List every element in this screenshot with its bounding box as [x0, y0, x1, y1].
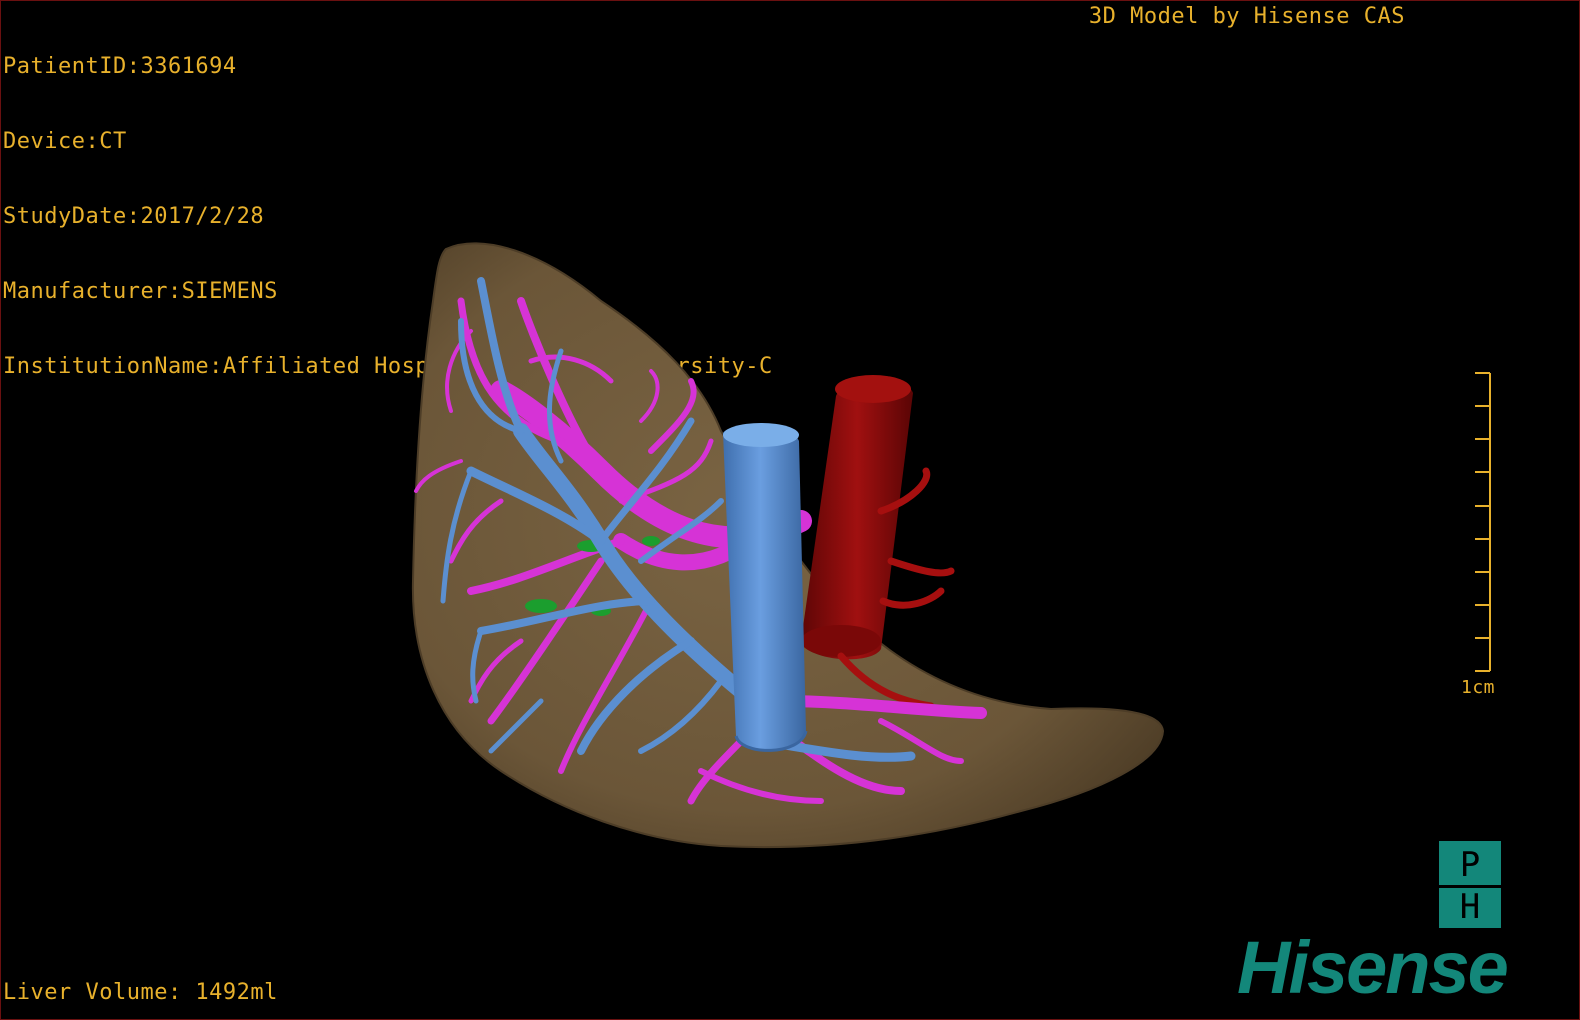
ph-badge-icon: P H [1439, 841, 1501, 928]
hisense-logo: Hisense [1237, 926, 1509, 1009]
scale-bar [1475, 372, 1491, 672]
inferior-vena-cava [723, 423, 808, 752]
3d-viewport[interactable]: PatientID:3361694 Device:CT StudyDate:20… [0, 0, 1580, 1020]
liver-volume: Liver Volume: 1492ml [3, 980, 278, 1005]
ph-badge-bottom: H [1459, 887, 1481, 927]
ph-badge-top: P [1459, 845, 1481, 885]
liver-3d-model[interactable] [1, 1, 1579, 1019]
scale-bar-label: 1cm [1460, 677, 1495, 698]
